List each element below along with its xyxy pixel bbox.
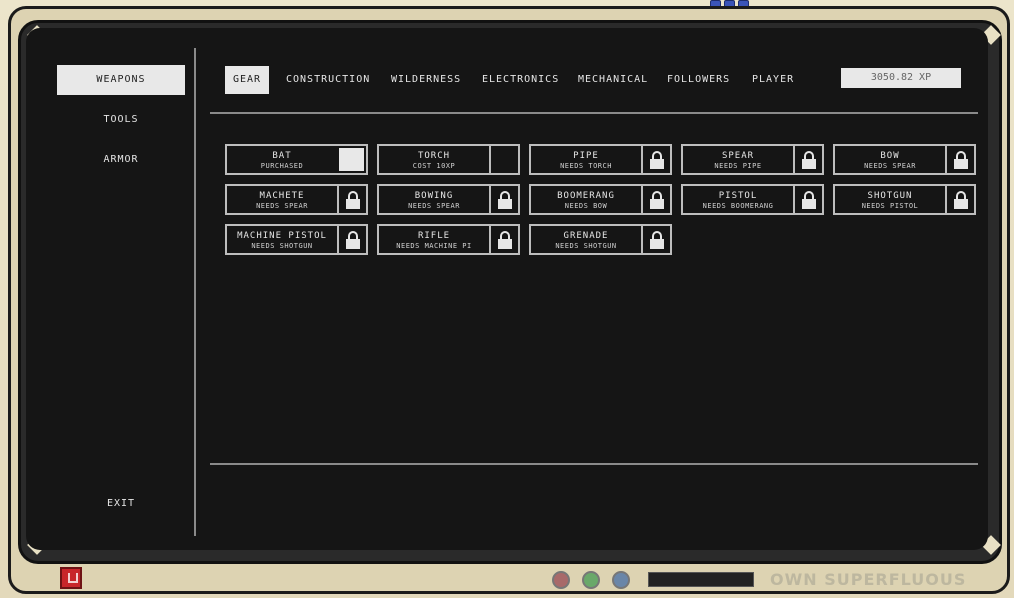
lock-icon — [649, 150, 664, 169]
item-card-grenade[interactable]: GRENADE NEEDS SHOTGUN — [529, 224, 672, 255]
lock-icon — [345, 190, 360, 209]
lock-slot — [641, 186, 670, 213]
item-card-bowing[interactable]: BOWING NEEDS SPEAR — [377, 184, 520, 215]
item-name: MACHETE — [259, 191, 305, 201]
lock-icon — [497, 190, 512, 209]
item-card-boomerang[interactable]: BOOMERANG NEEDS BOW — [529, 184, 672, 215]
lock-slot — [489, 226, 518, 253]
item-requirement: NEEDS SHOTGUN — [251, 242, 313, 250]
lock-icon — [497, 230, 512, 249]
lock-slot — [641, 226, 670, 253]
item-name: SHOTGUN — [867, 191, 913, 201]
header-divider — [210, 112, 978, 114]
dial-blue-icon[interactable] — [612, 571, 630, 589]
item-requirement: NEEDS PIPE — [714, 162, 762, 170]
category-armor[interactable]: ARMOR — [57, 145, 185, 175]
tab-mechanical[interactable]: MECHANICAL — [570, 66, 656, 94]
lock-icon — [801, 150, 816, 169]
item-requirement: PURCHASED — [260, 162, 304, 170]
category-weapons[interactable]: WEAPONS — [57, 65, 185, 95]
empty-slot — [489, 146, 518, 173]
lock-icon — [953, 190, 968, 209]
sidebar-divider — [194, 48, 196, 536]
item-name: BAT — [272, 151, 292, 161]
item-name: BOOMERANG — [557, 191, 615, 201]
item-name: TORCH — [417, 151, 451, 161]
exit-button[interactable]: EXIT — [57, 489, 185, 519]
footer-divider — [210, 463, 978, 465]
lock-icon — [345, 230, 360, 249]
lock-slot — [945, 186, 974, 213]
item-requirement: NEEDS SPEAR — [408, 202, 460, 210]
item-name: BOW — [880, 151, 900, 161]
item-requirement: COST 10XP — [412, 162, 456, 170]
category-tools[interactable]: TOOLS — [57, 105, 185, 135]
xp-display: 3050.82 XP — [841, 68, 961, 88]
item-requirement: NEEDS SHOTGUN — [555, 242, 617, 250]
lock-slot — [793, 146, 822, 173]
tab-construction[interactable]: CONSTRUCTION — [278, 66, 378, 94]
dial-green-icon[interactable] — [582, 571, 600, 589]
item-name: MACHINE PISTOL — [237, 231, 327, 241]
item-requirement: NEEDS TORCH — [560, 162, 612, 170]
item-card-shotgun[interactable]: SHOTGUN NEEDS PISTOL — [833, 184, 976, 215]
lock-slot — [337, 226, 366, 253]
lock-icon — [953, 150, 968, 169]
speaker-grille — [648, 572, 754, 587]
tab-electronics[interactable]: ELECTRONICS — [474, 66, 567, 94]
lock-icon — [801, 190, 816, 209]
item-card-rifle[interactable]: RIFLE NEEDS MACHINE PI — [377, 224, 520, 255]
item-name: BOWING — [414, 191, 454, 201]
lock-slot — [489, 186, 518, 213]
item-requirement: NEEDS BOW — [564, 202, 608, 210]
item-card-bat[interactable]: BAT PURCHASED — [225, 144, 368, 175]
lock-icon — [649, 190, 664, 209]
brand-label: OWN SUPERFLUOUS — [770, 570, 967, 589]
item-card-pipe[interactable]: PIPE NEEDS TORCH — [529, 144, 672, 175]
owned-slot — [337, 146, 366, 173]
lock-slot — [641, 146, 670, 173]
tab-wilderness[interactable]: WILDERNESS — [383, 66, 469, 94]
lock-slot — [337, 186, 366, 213]
item-name: GRENADE — [563, 231, 609, 241]
tab-followers[interactable]: FOLLOWERS — [659, 66, 738, 94]
item-card-torch[interactable]: TORCH COST 10XP — [377, 144, 520, 175]
lock-slot — [793, 186, 822, 213]
item-card-bow[interactable]: BOW NEEDS SPEAR — [833, 144, 976, 175]
item-requirement: NEEDS BOOMERANG — [702, 202, 774, 210]
dial-red-icon[interactable] — [552, 571, 570, 589]
item-card-spear[interactable]: SPEAR NEEDS PIPE — [681, 144, 824, 175]
item-requirement: NEEDS SPEAR — [256, 202, 308, 210]
item-name: RIFLE — [417, 231, 451, 241]
lock-slot — [945, 146, 974, 173]
item-card-machine-pistol[interactable]: MACHINE PISTOL NEEDS SHOTGUN — [225, 224, 368, 255]
item-card-machete[interactable]: MACHETE NEEDS SPEAR — [225, 184, 368, 215]
item-name: PISTOL — [718, 191, 758, 201]
item-name: PIPE — [573, 151, 599, 161]
item-name: SPEAR — [721, 151, 755, 161]
lock-icon — [649, 230, 664, 249]
item-card-pistol[interactable]: PISTOL NEEDS BOOMERANG — [681, 184, 824, 215]
item-requirement: NEEDS PISTOL — [861, 202, 919, 210]
item-requirement: NEEDS SPEAR — [864, 162, 916, 170]
tab-gear[interactable]: GEAR — [225, 66, 270, 94]
power-button[interactable] — [60, 567, 82, 589]
item-requirement: NEEDS MACHINE PI — [396, 242, 472, 250]
tab-player[interactable]: PLAYER — [744, 66, 802, 94]
